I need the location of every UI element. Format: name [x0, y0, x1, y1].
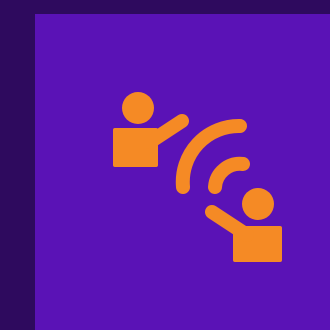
person-waving-icon	[113, 92, 189, 167]
signal-waves-icon	[175, 118, 250, 194]
remote-interaction-icon	[113, 92, 282, 262]
person-waving-icon	[205, 188, 282, 262]
app-icon-frame	[0, 0, 330, 330]
